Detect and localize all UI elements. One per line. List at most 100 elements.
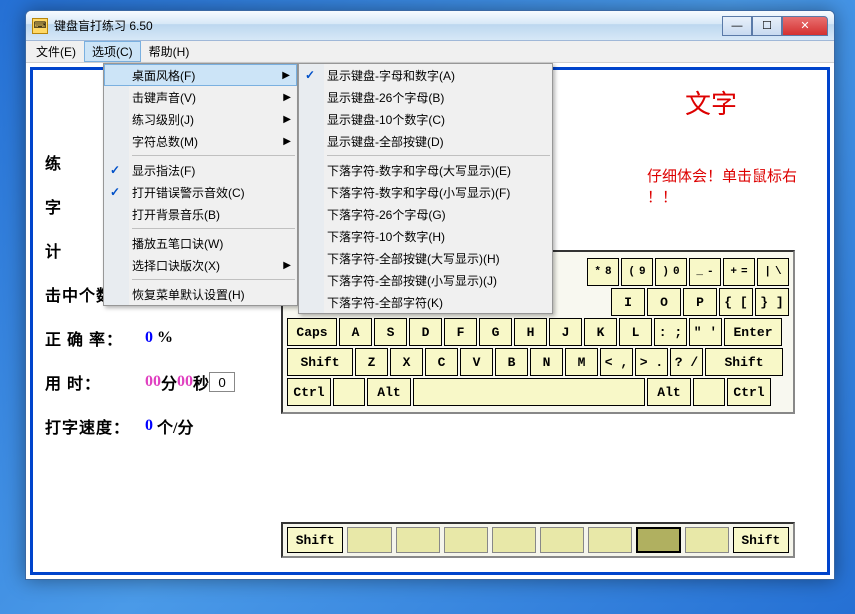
menu-item[interactable]: 下落字符-数字和字母(大写显示)(E) — [299, 159, 552, 181]
menu-item[interactable]: 选择口诀版次(X)▶ — [104, 254, 297, 276]
key-x[interactable]: X — [390, 348, 423, 376]
key-[interactable] — [693, 378, 725, 406]
thumb-4[interactable] — [492, 527, 536, 553]
header-sub2: ！！ — [647, 190, 677, 206]
key-ctrl[interactable]: Ctrl — [287, 378, 331, 406]
close-button[interactable]: ✕ — [782, 16, 828, 36]
acc-label: 正 确 率： — [45, 326, 145, 350]
key-m[interactable]: M — [565, 348, 598, 376]
time-min: 00 — [145, 373, 161, 391]
menu-item[interactable]: 播放五笔口诀(W) — [104, 232, 297, 254]
thumb-2[interactable] — [396, 527, 440, 553]
menu-item[interactable]: 显示键盘-26个字母(B) — [299, 86, 552, 108]
key-j[interactable]: J — [549, 318, 582, 346]
menu-item[interactable]: ✓打开错误警示音效(C) — [104, 181, 297, 203]
thumb-8[interactable] — [685, 527, 729, 553]
menu-item[interactable]: ✓显示键盘-字母和数字(A) — [299, 64, 552, 86]
app-icon: ⌨ — [32, 18, 48, 34]
thumb-1[interactable] — [347, 527, 391, 553]
titlebar[interactable]: ⌨ 键盘盲打练习 6.50 — ☐ ✕ — [26, 11, 834, 41]
menu-help[interactable]: 帮助(H) — [141, 41, 198, 62]
key-[interactable]: { [ — [719, 288, 753, 316]
menu-item[interactable]: 显示键盘-10个数字(C) — [299, 108, 552, 130]
header-sub1: 仔细体会！单击鼠标右 — [647, 169, 797, 185]
options-submenu: 桌面风格(F)▶击键声音(V)▶练习级别(J)▶字符总数(M)▶ ✓显示指法(F)… — [103, 63, 298, 306]
speed-unit: 个/分 — [157, 414, 193, 438]
time-min-u: 分 — [161, 370, 177, 394]
key-a[interactable]: A — [339, 318, 372, 346]
menu-item[interactable]: 下落字符-26个字母(G) — [299, 203, 552, 225]
key-alt[interactable]: Alt — [647, 378, 691, 406]
key-[interactable]: } ] — [755, 288, 789, 316]
time-input[interactable] — [209, 372, 235, 392]
header-sub: 仔细体会！单击鼠标右 ！！ — [647, 165, 797, 207]
thumb-7-selected[interactable] — [636, 527, 680, 553]
menu-options[interactable]: 选项(C) — [84, 41, 141, 62]
menu-file[interactable]: 文件(E) — [28, 41, 84, 62]
key-k[interactable]: K — [584, 318, 617, 346]
acc-value: 0 — [145, 329, 153, 347]
style-submenu: ✓显示键盘-字母和数字(A)显示键盘-26个字母(B)显示键盘-10个数字(C)… — [298, 63, 553, 314]
key-v[interactable]: V — [460, 348, 493, 376]
menu-item[interactable]: 击键声音(V)▶ — [104, 86, 297, 108]
key[interactable]: |\ — [757, 258, 789, 286]
key-[interactable]: < , — [600, 348, 633, 376]
key-g[interactable]: G — [479, 318, 512, 346]
key-[interactable]: ? / — [670, 348, 703, 376]
key[interactable]: _- — [689, 258, 721, 286]
menu-item[interactable]: ✓显示指法(F) — [104, 159, 297, 181]
key-[interactable]: " ' — [689, 318, 722, 346]
menu-item[interactable]: 打开背景音乐(B) — [104, 203, 297, 225]
time-sec-u: 秒 — [193, 370, 209, 394]
menu-item[interactable]: 字符总数(M)▶ — [104, 130, 297, 152]
key-shift[interactable]: Shift — [705, 348, 783, 376]
key-enter[interactable]: Enter — [724, 318, 782, 346]
thumb-5[interactable] — [540, 527, 584, 553]
bottom-shift-left[interactable]: Shift — [287, 527, 343, 553]
minimize-button[interactable]: — — [722, 16, 752, 36]
key-shift[interactable]: Shift — [287, 348, 353, 376]
maximize-button[interactable]: ☐ — [752, 16, 782, 36]
key-l[interactable]: L — [619, 318, 652, 346]
menu-item[interactable]: 下落字符-全部字符(K) — [299, 291, 552, 313]
menu-item[interactable]: 下落字符-10个数字(H) — [299, 225, 552, 247]
menu-item[interactable]: 桌面风格(F)▶ — [104, 64, 297, 86]
thumb-3[interactable] — [444, 527, 488, 553]
main-window: ⌨ 键盘盲打练习 6.50 — ☐ ✕ 文件(E) 选项(C) 帮助(H) 文字… — [25, 10, 835, 580]
window-title: 键盘盲打练习 6.50 — [54, 17, 722, 34]
key-n[interactable]: N — [530, 348, 563, 376]
acc-unit: % — [157, 329, 173, 347]
menu-item[interactable]: 恢复菜单默认设置(H) — [104, 283, 297, 305]
key-c[interactable]: C — [425, 348, 458, 376]
key-[interactable]: > . — [635, 348, 668, 376]
thumb-6[interactable] — [588, 527, 632, 553]
menu-item[interactable]: 下落字符-全部按键(大写显示)(H) — [299, 247, 552, 269]
key-[interactable] — [413, 378, 645, 406]
key-f[interactable]: F — [444, 318, 477, 346]
key-d[interactable]: D — [409, 318, 442, 346]
menu-item[interactable]: 下落字符-全部按键(小写显示)(J) — [299, 269, 552, 291]
menu-item[interactable]: 练习级别(J)▶ — [104, 108, 297, 130]
key[interactable]: += — [723, 258, 755, 286]
key-i[interactable]: I — [611, 288, 645, 316]
key[interactable]: *8 — [587, 258, 619, 286]
key-b[interactable]: B — [495, 348, 528, 376]
bottom-shift-right[interactable]: Shift — [733, 527, 789, 553]
key-[interactable]: : ; — [654, 318, 687, 346]
key-caps[interactable]: Caps — [287, 318, 337, 346]
key-s[interactable]: S — [374, 318, 407, 346]
time-sec: 00 — [177, 373, 193, 391]
menu-item[interactable]: 显示键盘-全部按键(D) — [299, 130, 552, 152]
key-h[interactable]: H — [514, 318, 547, 346]
menubar: 文件(E) 选项(C) 帮助(H) — [26, 41, 834, 63]
key-ctrl[interactable]: Ctrl — [727, 378, 771, 406]
key-[interactable] — [333, 378, 365, 406]
key-o[interactable]: O — [647, 288, 681, 316]
menu-item[interactable]: 下落字符-数字和字母(小写显示)(F) — [299, 181, 552, 203]
key-alt[interactable]: Alt — [367, 378, 411, 406]
key[interactable]: (9 — [621, 258, 653, 286]
key-p[interactable]: P — [683, 288, 717, 316]
key[interactable]: )0 — [655, 258, 687, 286]
key-z[interactable]: Z — [355, 348, 388, 376]
bottom-panel: Shift Shift — [281, 522, 795, 558]
